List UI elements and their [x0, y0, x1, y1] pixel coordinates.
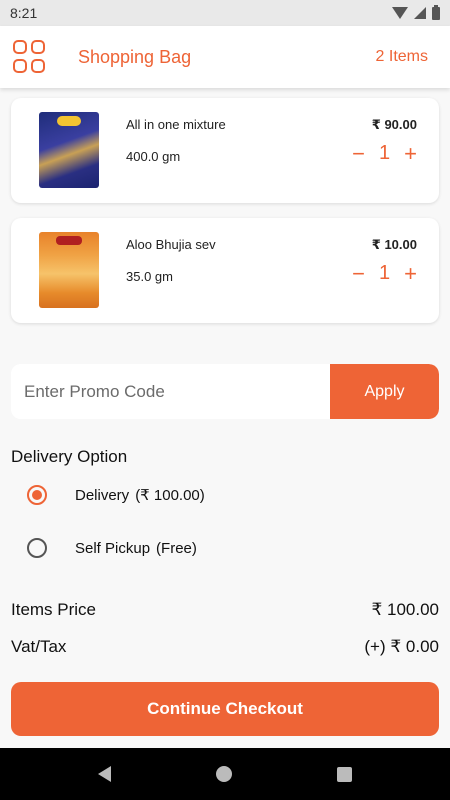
items-price-value: ₹ 100.00 — [371, 600, 439, 619]
delivery-option-self-pickup[interactable]: Self Pickup (Free) — [27, 538, 197, 558]
quantity-stepper: − 1 + — [352, 142, 417, 165]
menu-grid-icon[interactable] — [13, 40, 47, 74]
vat-value: (+) ₹ 0.00 — [364, 637, 439, 656]
product-image[interactable] — [39, 112, 99, 188]
option-label: Self Pickup — [75, 539, 151, 557]
product-weight: 35.0 gm — [126, 269, 173, 284]
quantity-stepper: − 1 + — [352, 262, 417, 285]
apply-button[interactable]: Apply — [330, 364, 439, 419]
app-bar: Shopping Bag 2 Items — [0, 26, 450, 88]
increment-button[interactable]: + — [404, 262, 417, 285]
continue-checkout-button[interactable]: Continue Checkout — [11, 682, 439, 736]
status-icons — [392, 4, 440, 20]
radio-unselected-icon[interactable] — [27, 538, 47, 558]
decrement-button[interactable]: − — [352, 142, 365, 165]
cart-item-card: All in one mixture 400.0 gm ₹ 90.00 − 1 … — [11, 98, 439, 203]
recent-apps-icon[interactable] — [337, 766, 352, 782]
radio-selected-icon[interactable] — [27, 485, 47, 505]
back-icon[interactable] — [98, 766, 111, 782]
items-price-row: Items Price ₹ 100.00 — [11, 600, 439, 620]
product-weight: 400.0 gm — [126, 149, 181, 164]
signal-icon — [414, 7, 426, 19]
wifi-icon — [392, 7, 408, 19]
cart-item-card: Aloo Bhujia sev 35.0 gm ₹ 10.00 − 1 + — [11, 218, 439, 323]
increment-button[interactable]: + — [404, 142, 417, 165]
quantity-value: 1 — [379, 142, 391, 164]
promo-code-row: Apply — [11, 364, 439, 419]
battery-icon — [432, 4, 440, 20]
product-image[interactable] — [39, 232, 99, 308]
option-detail: (₹ 100.00) — [135, 487, 205, 504]
option-detail: (Free) — [156, 539, 197, 557]
cart-item-count: 2 Items — [375, 48, 428, 65]
product-name: Aloo Bhujia sev — [126, 237, 216, 252]
vat-row: Vat/Tax (+) ₹ 0.00 — [11, 637, 439, 657]
product-price: ₹ 90.00 — [371, 117, 417, 132]
home-icon[interactable] — [216, 766, 232, 782]
status-bar: 8:21 — [0, 0, 450, 26]
items-price-label: Items Price — [11, 600, 97, 619]
delivery-option-title: Delivery Option — [11, 447, 128, 466]
product-name: All in one mixture — [126, 117, 226, 132]
system-nav-bar — [0, 748, 450, 800]
decrement-button[interactable]: − — [352, 262, 365, 285]
status-time: 8:21 — [10, 5, 38, 21]
quantity-value: 1 — [379, 262, 391, 284]
page-title: Shopping Bag — [78, 46, 192, 67]
product-price: ₹ 10.00 — [371, 237, 417, 252]
promo-code-input[interactable] — [11, 364, 330, 419]
option-label: Delivery — [75, 486, 130, 504]
vat-label: Vat/Tax — [11, 637, 67, 656]
delivery-option-delivery[interactable]: Delivery (₹ 100.00) — [27, 485, 205, 505]
